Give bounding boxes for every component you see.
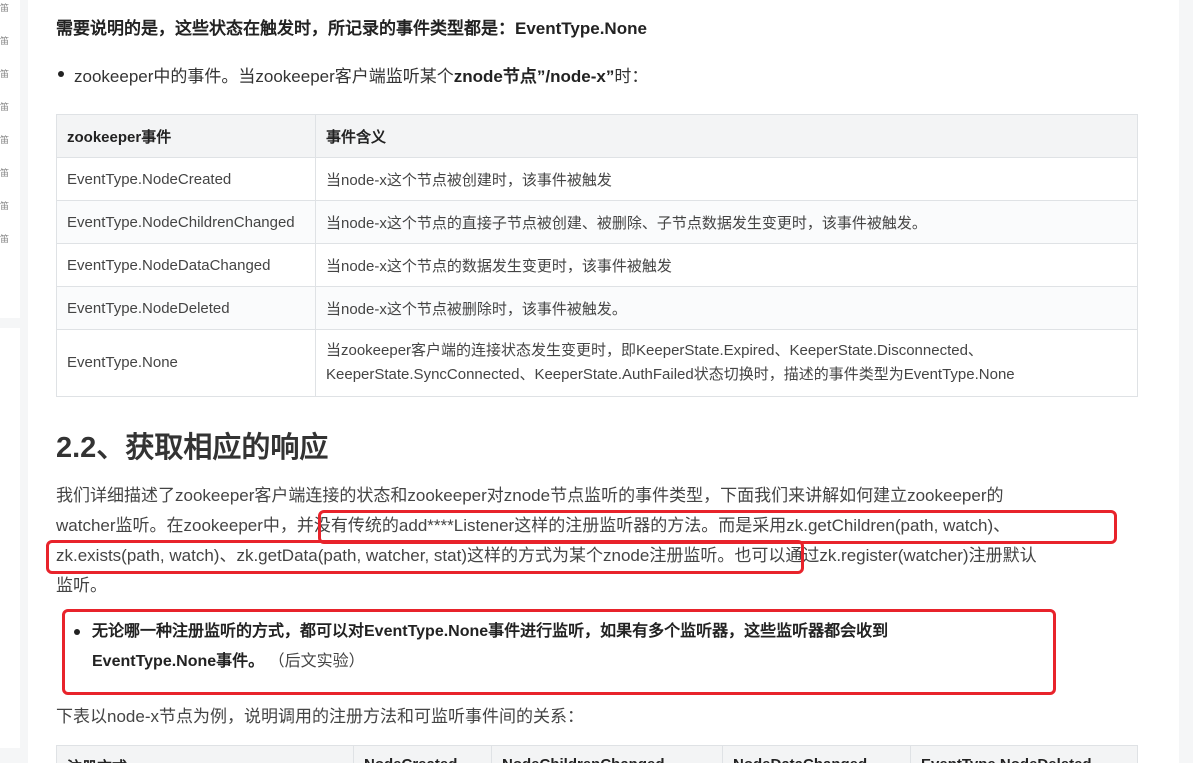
paragraph-line: watcher监听。在zookeeper中，并没有传统的add****Liste…	[56, 516, 1011, 535]
table-header-meaning: 事件含义	[315, 114, 1138, 158]
paragraph-line: 我们详细描述了zookeeper客户端连接的状态和zookeeper对znode…	[56, 486, 1004, 505]
watcher-paragraph: 我们详细描述了zookeeper客户端连接的状态和zookeeper对znode…	[56, 481, 1138, 601]
table-header-method: 注册方式	[56, 745, 354, 763]
list-item-suffix: 时：	[614, 67, 649, 86]
table-cell-event: EventType.NodeDeleted	[56, 286, 316, 330]
highlight-bold-line: 无论哪一种注册监听的方式，都可以对EventType.None事件进行监听，如果…	[92, 623, 889, 640]
left-sidebar-panel-top: 笛 笛 笛 笛 笛 笛 笛 笛	[0, 0, 20, 318]
state-note: 需要说明的是，这些状态在触发时，所记录的事件类型都是：EventType.Non…	[56, 19, 647, 38]
table-header-row: zookeeper事件 事件含义	[56, 114, 1138, 158]
table-row: EventType.None 当zookeeper客户端的连接状态发生变更时，即…	[56, 329, 1138, 397]
left-sidebar: 笛 笛 笛 笛 笛 笛 笛 笛	[0, 0, 20, 763]
list-item-text: zookeeper中的事件。当zookeeper客户端监听某个	[74, 67, 454, 86]
highlight-note: （后文实验）	[268, 653, 365, 670]
sidebar-mark: 笛	[0, 70, 10, 80]
table-cell-meaning: 当node-x这个节点被创建时，该事件被触发	[315, 157, 1138, 201]
table-header-created: NodeCreated	[353, 745, 492, 763]
sidebar-mark: 笛	[0, 103, 10, 113]
sidebar-mark: 笛	[0, 202, 10, 212]
table-cell-meaning: 当zookeeper客户端的连接状态发生变更时，即KeeperState.Exp…	[315, 329, 1138, 397]
table-cell-event: EventType.NodeDataChanged	[56, 243, 316, 287]
table-header-event: zookeeper事件	[56, 114, 316, 158]
relation-intro: 下表以node-x节点为例，说明调用的注册方法和可监听事件间的关系：	[56, 707, 584, 726]
paragraph-line: zk.exists(path, watch)、zk.getData(path, …	[56, 546, 1037, 565]
right-sidebar-panel	[1176, 0, 1179, 763]
sidebar-mark: 笛	[0, 37, 10, 47]
section-heading: 2.2、获取相应的响应	[56, 432, 329, 464]
left-sidebar-panel-bottom	[0, 328, 20, 748]
table-header-row: 注册方式 NodeCreated NodeChildrenChanged Nod…	[56, 745, 1138, 763]
table-cell-meaning: 当node-x这个节点的直接子节点被创建、被删除、子节点数据发生变更时，该事件被…	[315, 200, 1138, 244]
relation-table: 注册方式 NodeCreated NodeChildrenChanged Nod…	[56, 745, 1138, 763]
events-table: zookeeper事件 事件含义 EventType.NodeCreated 当…	[56, 114, 1138, 397]
sidebar-mark: 笛	[0, 4, 10, 14]
table-row: EventType.NodeDeleted 当node-x这个节点被删除时，该事…	[56, 286, 1138, 330]
table-cell-event: EventType.NodeChildrenChanged	[56, 200, 316, 244]
sidebar-mark: 笛	[0, 235, 10, 245]
table-header-deleted: EventType.NodeDeleted	[910, 745, 1138, 763]
table-row: EventType.NodeCreated 当node-x这个节点被创建时，该事…	[56, 157, 1138, 201]
sidebar-mark: 笛	[0, 169, 10, 179]
table-header-data: NodeDataChanged	[722, 745, 911, 763]
list-item-highlight: 无论哪一种注册监听的方式，都可以对EventType.None事件进行监听，如果…	[74, 617, 1052, 677]
table-header-children: NodeChildrenChanged	[491, 745, 723, 763]
sidebar-mark: 笛	[0, 136, 10, 146]
table-cell-event: EventType.NodeCreated	[56, 157, 316, 201]
list-item-bold: znode节点”/node-x”	[453, 67, 615, 86]
list-item-events: zookeeper中的事件。当zookeeper客户端监听某个znode节点”/…	[57, 62, 649, 87]
highlight-bold-line: EventType.None事件。	[92, 653, 265, 670]
table-cell-meaning: 当node-x这个节点的数据发生变更时，该事件被触发	[315, 243, 1138, 287]
paragraph-line: 监听。	[56, 576, 107, 595]
table-cell-meaning-line: KeeperState.SyncConnected、KeeperState.Au…	[326, 366, 1015, 383]
article-body: 需要说明的是，这些状态在触发时，所记录的事件类型都是：EventType.Non…	[28, 0, 1176, 763]
table-cell-meaning: 当node-x这个节点被删除时，该事件被触发。	[315, 286, 1138, 330]
table-row: EventType.NodeDataChanged 当node-x这个节点的数据…	[56, 243, 1138, 287]
right-sidebar	[1176, 0, 1193, 763]
table-row: EventType.NodeChildrenChanged 当node-x这个节…	[56, 200, 1138, 244]
table-cell-event: EventType.None	[56, 329, 316, 397]
table-cell-meaning-line: 当zookeeper客户端的连接状态发生变更时，即KeeperState.Exp…	[326, 342, 983, 359]
